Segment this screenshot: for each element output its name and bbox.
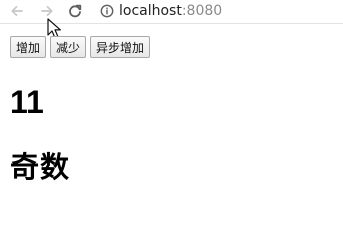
browser-toolbar: localhost:8080 — [0, 0, 343, 24]
url-port: :8080 — [181, 3, 223, 19]
address-bar[interactable]: localhost:8080 — [93, 0, 343, 22]
url-host: localhost — [119, 3, 182, 19]
info-icon[interactable] — [100, 4, 114, 18]
back-arrow-icon — [11, 5, 23, 17]
async-increment-button[interactable]: 异步增加 — [90, 36, 151, 58]
reload-button[interactable] — [66, 2, 84, 20]
increment-button[interactable]: 增加 — [10, 36, 47, 58]
decrement-button[interactable]: 减少 — [50, 36, 87, 58]
url-text[interactable]: localhost:8080 — [119, 1, 222, 21]
forward-button[interactable] — [38, 2, 56, 20]
counter-controls: 增加 减少 异步增加 — [10, 36, 151, 58]
parity-label: 奇数 — [10, 150, 71, 184]
counter-value: 11 — [10, 84, 44, 120]
back-button[interactable] — [8, 2, 26, 20]
reload-icon — [69, 4, 82, 18]
page-content: 增加 减少 异步增加 11 奇数 — [0, 24, 343, 224]
forward-arrow-icon — [41, 5, 53, 17]
